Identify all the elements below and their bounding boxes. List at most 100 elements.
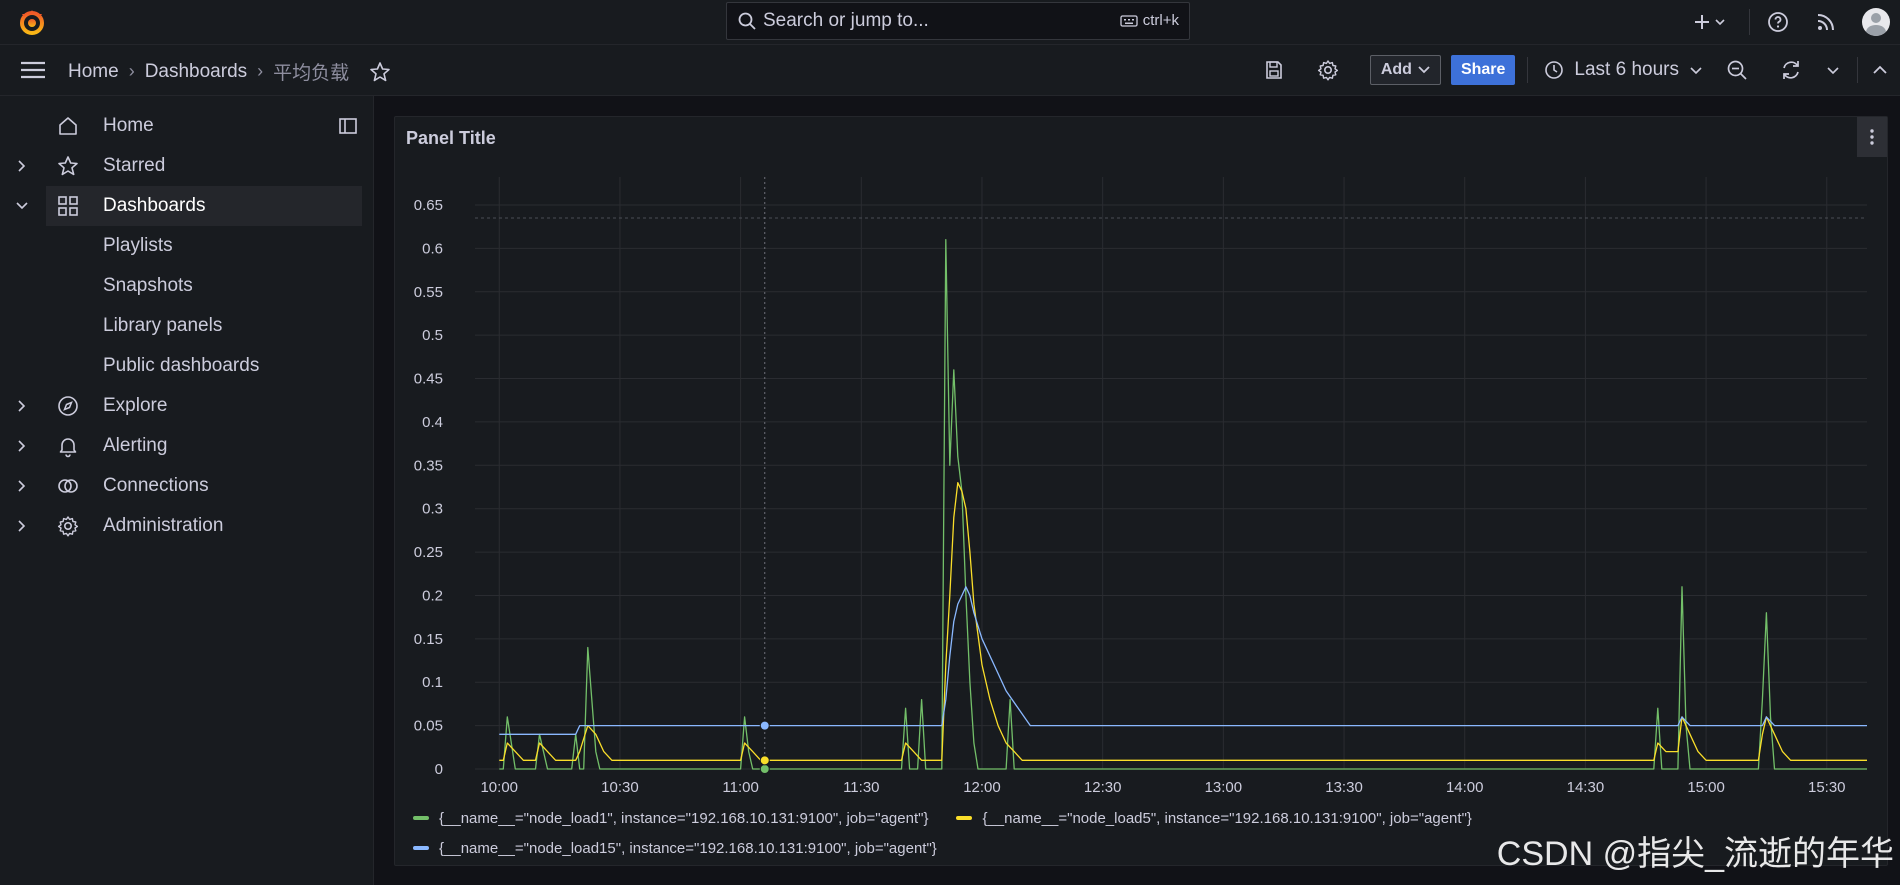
help-icon bbox=[1768, 12, 1788, 32]
share-button[interactable]: Share bbox=[1450, 55, 1516, 85]
breadcrumb-home[interactable]: Home bbox=[68, 61, 119, 83]
x-tick-label: 12:30 bbox=[1084, 779, 1122, 796]
chart-grid bbox=[475, 177, 1867, 770]
save-icon bbox=[1266, 61, 1282, 79]
y-tick-label: 0.05 bbox=[414, 718, 443, 735]
connections-icon bbox=[58, 479, 78, 493]
keyboard-icon bbox=[1120, 14, 1138, 27]
y-tick-label: 0.65 bbox=[414, 197, 443, 214]
chevron-up-icon bbox=[1873, 65, 1887, 74]
chart-legend: {__name__="node_load1", instance="192.16… bbox=[413, 803, 1472, 863]
y-tick-label: 0.25 bbox=[414, 544, 443, 561]
top-bar: Search or jump to... ctrl+k bbox=[0, 0, 1900, 45]
x-axis: 10:00 10:30 11:00 11:30 12:00 12:30 13:00 13:30… bbox=[480, 779, 1845, 796]
top-right-actions bbox=[1689, 0, 1900, 44]
star-icon bbox=[58, 156, 78, 176]
x-tick-label: 13:00 bbox=[1205, 779, 1243, 796]
news-button[interactable] bbox=[1814, 10, 1838, 34]
x-tick-label: 14:30 bbox=[1567, 779, 1605, 796]
save-dashboard-button[interactable] bbox=[1262, 58, 1286, 82]
sidebar-item-administration[interactable]: Administration bbox=[0, 506, 362, 546]
zoom-out-button[interactable] bbox=[1725, 58, 1749, 82]
zoom-out-icon bbox=[1727, 60, 1747, 80]
time-series-chart[interactable]: 0 0.05 0.1 0.15 0.2 0.25 0.3 0.35 0.4 0.45 0.5 0.55… bbox=[395, 117, 1887, 797]
menu-icon[interactable] bbox=[20, 59, 46, 81]
plus-icon bbox=[1695, 15, 1725, 29]
sidebar-item-alerting[interactable]: Alerting bbox=[0, 426, 362, 466]
refresh-interval-dropdown[interactable] bbox=[1821, 58, 1845, 82]
y-tick-label: 0.35 bbox=[414, 457, 443, 474]
y-tick-label: 0.3 bbox=[422, 501, 443, 518]
x-tick-label: 13:30 bbox=[1325, 779, 1363, 796]
y-tick-label: 0 bbox=[435, 761, 443, 778]
divider bbox=[1857, 57, 1858, 83]
star-icon[interactable] bbox=[369, 61, 391, 83]
search-placeholder: Search or jump to... bbox=[763, 10, 929, 31]
sidebar-item-home[interactable]: Home bbox=[0, 106, 362, 146]
y-tick-label: 0.1 bbox=[422, 674, 443, 691]
divider bbox=[1749, 9, 1750, 35]
search-input[interactable]: Search or jump to... ctrl+k bbox=[726, 2, 1190, 40]
bell-icon bbox=[59, 438, 77, 458]
x-tick-label: 12:00 bbox=[963, 779, 1001, 796]
sidebar-item-dashboards[interactable]: Dashboards bbox=[46, 186, 362, 226]
avatar[interactable] bbox=[1862, 8, 1890, 36]
add-button[interactable]: Add bbox=[1369, 55, 1441, 85]
sidebar-item-snapshots[interactable]: Snapshots bbox=[0, 266, 362, 306]
series-line-load1 bbox=[499, 239, 1867, 770]
avatar-body bbox=[1866, 25, 1886, 36]
collapse-toolbar-button[interactable] bbox=[1868, 58, 1892, 82]
sidebar-item-explore[interactable]: Explore bbox=[0, 386, 362, 426]
x-tick-label: 14:00 bbox=[1446, 779, 1484, 796]
series-line-load5 bbox=[499, 482, 1867, 761]
help-button[interactable] bbox=[1766, 10, 1790, 34]
y-tick-label: 0.5 bbox=[422, 327, 443, 344]
legend-item-load1[interactable]: {__name__="node_load1", instance="192.16… bbox=[413, 810, 928, 827]
x-tick-label: 11:30 bbox=[843, 779, 879, 796]
apps-icon bbox=[58, 196, 78, 216]
gear-icon bbox=[1317, 60, 1338, 81]
legend-item-load5[interactable]: {__name__="node_load5", instance="192.16… bbox=[956, 810, 1472, 827]
sidebar-item-connections[interactable]: Connections bbox=[0, 466, 362, 506]
legend-swatch bbox=[413, 846, 429, 850]
refresh-icon bbox=[1783, 61, 1799, 79]
chevron-down-icon bbox=[1418, 66, 1430, 74]
search-icon bbox=[738, 12, 756, 30]
y-tick-label: 0.45 bbox=[414, 371, 443, 388]
y-tick-label: 0.15 bbox=[414, 631, 443, 648]
dashboard-settings-button[interactable] bbox=[1316, 58, 1340, 82]
chevron-down-icon bbox=[1827, 66, 1839, 74]
breadcrumb-dashboards[interactable]: Dashboards bbox=[145, 61, 247, 83]
chevron-down-icon[interactable] bbox=[14, 198, 30, 214]
series-line-load15 bbox=[499, 586, 1867, 735]
y-tick-label: 0.4 bbox=[422, 414, 443, 431]
x-tick-label: 15:30 bbox=[1808, 779, 1846, 796]
chevron-right-icon[interactable] bbox=[14, 438, 30, 454]
rss-icon bbox=[1817, 14, 1834, 31]
clock-icon bbox=[1545, 61, 1564, 79]
chevron-right-icon[interactable] bbox=[14, 518, 30, 534]
new-menu-button[interactable] bbox=[1689, 10, 1733, 34]
grafana-logo-icon[interactable] bbox=[18, 8, 46, 36]
divider bbox=[1527, 57, 1529, 83]
chevron-right-icon[interactable] bbox=[14, 478, 30, 494]
chevron-down-icon bbox=[1690, 66, 1702, 74]
compass-icon bbox=[58, 396, 78, 416]
breadcrumb: Home › Dashboards › 平均负载 bbox=[68, 58, 391, 85]
home-icon bbox=[59, 117, 77, 135]
legend-item-load15[interactable]: {__name__="node_load15", instance="192.1… bbox=[413, 840, 937, 857]
sidebar-item-starred[interactable]: Starred bbox=[0, 146, 362, 186]
y-tick-label: 0.6 bbox=[422, 240, 443, 257]
breadcrumb-separator: › bbox=[257, 61, 264, 81]
panel: Panel Title 0 0.05 0.1 0.15 0.2 0.25 0.3 0.35 0.… bbox=[394, 116, 1888, 866]
refresh-button[interactable] bbox=[1779, 58, 1803, 82]
breadcrumb-current: 平均负载 bbox=[273, 63, 350, 84]
time-range-picker[interactable]: Last 6 hours bbox=[1544, 59, 1703, 81]
sidebar-item-public-dashboards[interactable]: Public dashboards bbox=[0, 346, 362, 386]
sidebar-item-playlists[interactable]: Playlists bbox=[0, 226, 362, 266]
hover-point bbox=[759, 755, 770, 766]
sidebar-item-library-panels[interactable]: Library panels bbox=[0, 306, 362, 346]
chevron-right-icon[interactable] bbox=[14, 398, 30, 414]
hover-point bbox=[759, 764, 770, 774]
chevron-right-icon[interactable] bbox=[14, 158, 30, 174]
